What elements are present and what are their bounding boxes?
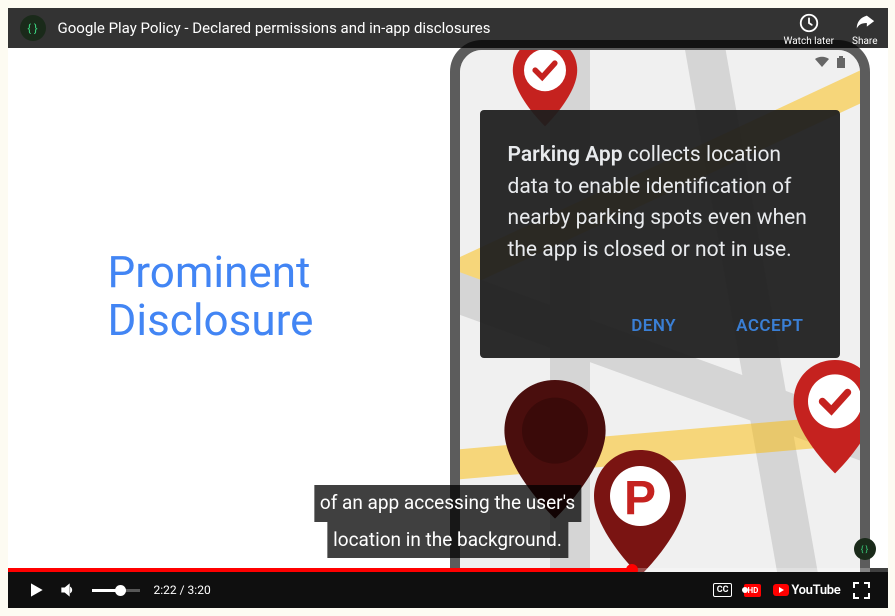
youtube-play-icon — [773, 584, 789, 596]
fullscreen-button[interactable] — [847, 582, 876, 599]
phone-statusbar — [814, 56, 846, 68]
caption-line: of an app accessing the user's — [314, 485, 581, 521]
clock-icon — [798, 12, 820, 34]
caption-line: location in the background. — [327, 522, 568, 558]
accept-button[interactable]: ACCEPT — [736, 314, 803, 340]
deny-button[interactable]: DENY — [631, 314, 676, 340]
dialog-app-name: Parking App — [508, 143, 623, 167]
wifi-icon — [814, 56, 830, 68]
slide-headline: Prominent Disclosure — [108, 248, 314, 345]
headline-line2: Disclosure — [108, 296, 314, 344]
play-button[interactable] — [20, 580, 52, 600]
dialog-buttons: DENY ACCEPT — [508, 314, 812, 340]
captions-button[interactable]: CC — [707, 583, 739, 597]
channel-badge-icon[interactable]: { } — [854, 538, 876, 560]
share-icon — [854, 12, 876, 34]
hd-icon: HD — [744, 584, 761, 597]
volume-knob[interactable] — [115, 585, 126, 596]
video-content: Prominent Disclosure P — [8, 8, 888, 568]
video-title[interactable]: Google Play Policy - Declared permission… — [58, 19, 491, 37]
watch-later-button[interactable]: Watch later — [784, 12, 834, 47]
share-button[interactable]: Share — [852, 12, 877, 47]
watch-later-label: Watch later — [784, 36, 834, 47]
youtube-text: YouTube — [791, 583, 840, 598]
volume-button[interactable] — [52, 580, 84, 600]
map-pin-icon — [790, 360, 870, 477]
fullscreen-icon — [853, 582, 870, 599]
svg-text:P: P — [623, 472, 655, 525]
channel-avatar[interactable]: { } — [20, 15, 46, 41]
duration: 3:20 — [188, 583, 211, 597]
headline-line1: Prominent — [108, 248, 314, 296]
youtube-logo: YouTube — [773, 583, 840, 598]
permission-dialog: Parking App collects location data to en… — [480, 110, 840, 358]
current-time: 2:22 — [154, 583, 177, 597]
volume-icon — [58, 580, 78, 600]
quality-button[interactable]: HD — [738, 584, 767, 597]
volume-slider[interactable] — [92, 589, 140, 592]
video-player: { } Google Play Policy - Declared permis… — [8, 8, 888, 608]
play-icon — [26, 580, 46, 600]
youtube-logo-button[interactable]: YouTube — [767, 583, 846, 598]
share-label: Share — [852, 36, 877, 47]
player-controls: 2:22 / 3:20 CC HD YouTube — [8, 572, 888, 608]
cc-icon: CC — [713, 583, 733, 597]
video-titlebar: { } Google Play Policy - Declared permis… — [8, 8, 888, 48]
title-actions: Watch later Share — [784, 12, 878, 47]
time-display: 2:22 / 3:20 — [154, 583, 211, 597]
battery-icon — [836, 56, 846, 68]
dialog-body: Parking App collects location data to en… — [508, 140, 812, 266]
closed-caption: of an app accessing the user's location … — [314, 485, 581, 558]
